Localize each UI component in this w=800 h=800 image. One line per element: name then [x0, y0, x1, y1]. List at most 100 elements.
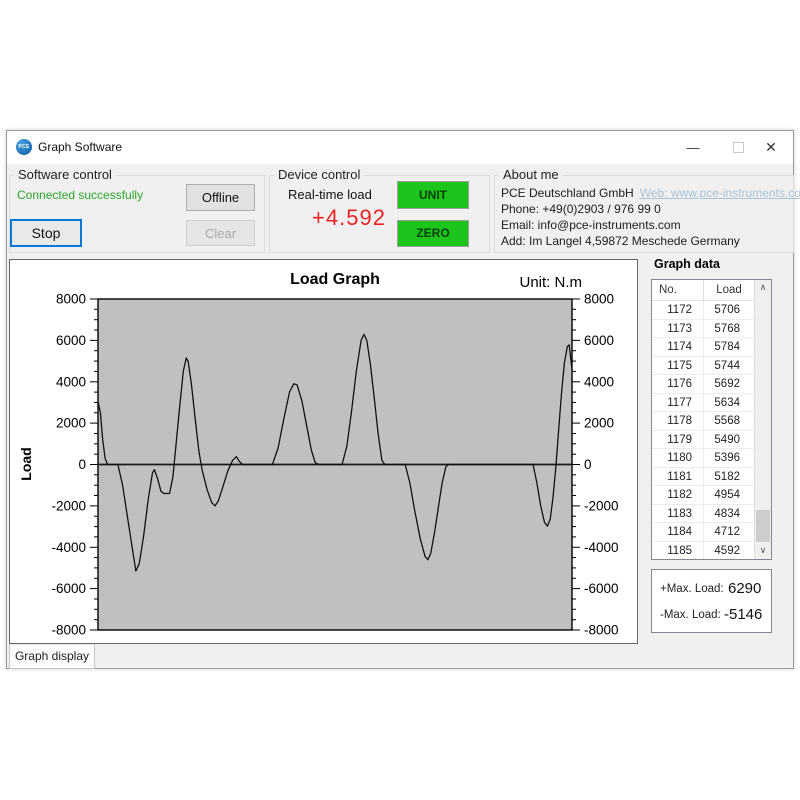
scroll-down-icon[interactable]: ∨: [755, 543, 771, 559]
svg-text:4000: 4000: [56, 374, 86, 389]
chart-panel: Load Graph Unit: N.m Load -8000-8000-600…: [9, 259, 638, 644]
max-pos-label: +Max. Load:: [660, 583, 724, 595]
max-load-box: +Max. Load: 6290 -Max. Load: -5146: [651, 569, 772, 633]
cell-load: 5784: [704, 338, 754, 356]
table-row[interactable]: 11745784: [652, 338, 754, 357]
svg-text:8000: 8000: [56, 292, 86, 307]
table-row[interactable]: 11815182: [652, 468, 754, 487]
svg-text:2000: 2000: [56, 416, 86, 431]
cell-no: 1175: [652, 357, 704, 375]
svg-text:-2000: -2000: [51, 498, 86, 513]
cell-load: 5744: [704, 357, 754, 375]
cell-no: 1183: [652, 505, 704, 523]
screenshot-background: PCE Graph Software — ✕ Software control …: [0, 0, 800, 800]
cell-no: 1177: [652, 394, 704, 412]
offline-button[interactable]: Offline: [186, 184, 255, 211]
cell-no: 1178: [652, 412, 704, 430]
about-title: About me: [499, 167, 563, 182]
cell-load: 5568: [704, 412, 754, 430]
svg-text:-8000: -8000: [51, 623, 86, 638]
minimize-icon[interactable]: —: [673, 131, 713, 164]
cell-no: 1180: [652, 449, 704, 467]
svg-text:6000: 6000: [56, 333, 86, 348]
realtime-load-value: +4.592: [289, 205, 409, 231]
cell-no: 1179: [652, 431, 704, 449]
close-icon[interactable]: ✕: [751, 131, 791, 164]
table-row[interactable]: 11785568: [652, 412, 754, 431]
about-email: Email: info@pce-instruments.com: [501, 218, 681, 232]
load-graph-svg: -8000-8000-6000-6000-4000-4000-2000-2000…: [10, 260, 639, 645]
cell-load: 5634: [704, 394, 754, 412]
about-address: Add: Im Langel 4,59872 Meschede Germany: [501, 234, 740, 248]
svg-text:-2000: -2000: [584, 498, 619, 513]
column-header-load: Load: [704, 280, 754, 300]
cell-load: 4592: [704, 542, 754, 560]
cell-load: 5768: [704, 320, 754, 338]
svg-text:4000: 4000: [584, 374, 614, 389]
cell-no: 1182: [652, 486, 704, 504]
cell-no: 1172: [652, 301, 704, 319]
title-bar: PCE Graph Software — ✕: [7, 131, 793, 164]
svg-text:-8000: -8000: [584, 623, 619, 638]
unit-button[interactable]: UNIT: [397, 181, 469, 209]
cell-load: 5396: [704, 449, 754, 467]
table-row[interactable]: 11805396: [652, 449, 754, 468]
cell-load: 4834: [704, 505, 754, 523]
cell-no: 1185: [652, 542, 704, 560]
cell-no: 1184: [652, 523, 704, 541]
cell-load: 5706: [704, 301, 754, 319]
column-header-no: No.: [652, 280, 704, 300]
cell-no: 1176: [652, 375, 704, 393]
about-phone: Phone: +49(0)2903 / 976 99 0: [501, 202, 661, 216]
table-row[interactable]: 11795490: [652, 431, 754, 450]
scroll-up-icon[interactable]: ∧: [755, 280, 771, 296]
cell-load: 4712: [704, 523, 754, 541]
max-neg-value: -5146: [724, 606, 762, 623]
connection-status: Connected successfully: [17, 188, 143, 202]
cell-load: 5692: [704, 375, 754, 393]
table-row[interactable]: 11844712: [652, 523, 754, 542]
svg-text:-4000: -4000: [51, 540, 86, 555]
table-header: No. Load: [652, 280, 754, 301]
window-title: Graph Software: [38, 140, 122, 154]
table-row[interactable]: 11735768: [652, 320, 754, 339]
about-company-line: PCE Deutschland GmbH Web: www.pce-instrum…: [501, 186, 800, 200]
svg-text:-4000: -4000: [584, 540, 619, 555]
realtime-load-label: Real-time load: [288, 187, 408, 202]
svg-text:-6000: -6000: [584, 581, 619, 596]
max-pos-value: 6290: [728, 580, 761, 597]
graph-data-title: Graph data: [654, 257, 720, 271]
app-window: PCE Graph Software — ✕ Software control …: [6, 130, 794, 669]
svg-text:6000: 6000: [584, 333, 614, 348]
cell-load: 5182: [704, 468, 754, 486]
zero-button[interactable]: ZERO: [397, 220, 469, 247]
table-scrollbar[interactable]: ∧ ∨: [754, 280, 771, 559]
graph-data-rows: 1172570611735768117457841175574411765692…: [652, 301, 754, 559]
web-link[interactable]: Web: www.pce-instruments.com: [640, 186, 800, 200]
table-row[interactable]: 11765692: [652, 375, 754, 394]
maximize-icon[interactable]: [733, 142, 744, 153]
app-logo-icon: PCE: [16, 139, 32, 155]
cell-no: 1181: [652, 468, 704, 486]
cell-load: 5490: [704, 431, 754, 449]
scrollbar-thumb[interactable]: [756, 510, 770, 542]
tab-graph-display[interactable]: Graph display: [9, 644, 95, 669]
cell-no: 1173: [652, 320, 704, 338]
table-row[interactable]: 11775634: [652, 394, 754, 413]
svg-text:2000: 2000: [584, 416, 614, 431]
software-control-title: Software control: [14, 167, 116, 182]
table-row[interactable]: 11824954: [652, 486, 754, 505]
table-row[interactable]: 11854592: [652, 542, 754, 560]
table-row[interactable]: 11755744: [652, 357, 754, 376]
company-name: PCE Deutschland GmbH: [501, 186, 634, 200]
clear-button[interactable]: Clear: [186, 220, 255, 246]
svg-text:0: 0: [584, 457, 592, 472]
max-neg-label: -Max. Load:: [660, 609, 721, 621]
svg-text:0: 0: [78, 457, 86, 472]
device-control-title: Device control: [274, 167, 364, 182]
stop-button[interactable]: Stop: [10, 219, 82, 247]
table-row[interactable]: 11834834: [652, 505, 754, 524]
graph-data-table: No. Load 1172570611735768117457841175574…: [651, 279, 772, 560]
table-row[interactable]: 11725706: [652, 301, 754, 320]
svg-text:8000: 8000: [584, 292, 614, 307]
